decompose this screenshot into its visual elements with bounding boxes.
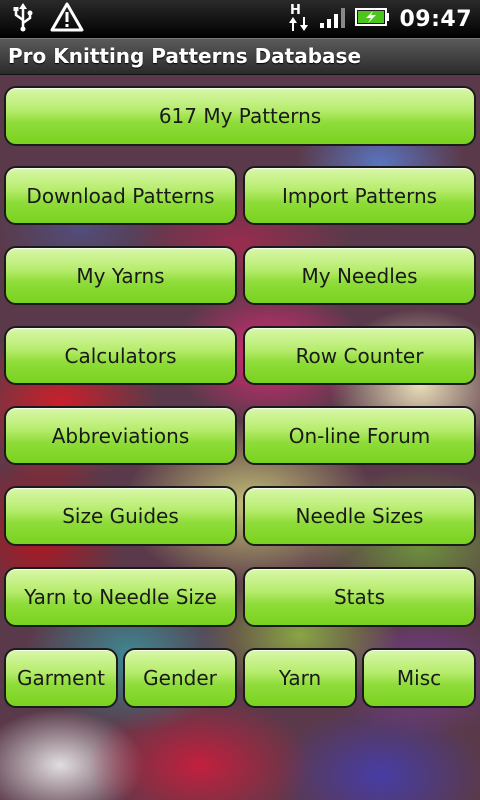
- data-transfer-icon: H: [287, 1, 311, 37]
- row-counter-button[interactable]: Row Counter: [243, 326, 476, 385]
- app-title-bar: Pro Knitting Patterns Database: [0, 38, 480, 75]
- my-patterns-button[interactable]: 617 My Patterns: [4, 86, 476, 146]
- garment-button[interactable]: Garment: [4, 648, 118, 708]
- status-bar: H 09:47: [0, 0, 480, 38]
- abbreviations-button[interactable]: Abbreviations: [4, 406, 237, 465]
- warning-icon: [50, 2, 84, 36]
- gender-button[interactable]: Gender: [123, 648, 237, 708]
- yarn-to-needle-size-button[interactable]: Yarn to Needle Size: [4, 567, 237, 627]
- online-forum-button[interactable]: On-line Forum: [243, 406, 476, 465]
- size-guides-button[interactable]: Size Guides: [4, 486, 237, 546]
- yarn-background: 617 My Patterns Download Patterns Import…: [0, 75, 480, 800]
- misc-button[interactable]: Misc: [362, 648, 476, 708]
- stats-button[interactable]: Stats: [243, 567, 476, 627]
- needle-sizes-button[interactable]: Needle Sizes: [243, 486, 476, 546]
- battery-charging-icon: [355, 6, 391, 32]
- download-patterns-button[interactable]: Download Patterns: [4, 166, 237, 225]
- svg-text:H: H: [290, 3, 301, 18]
- import-patterns-button[interactable]: Import Patterns: [243, 166, 476, 225]
- calculators-button[interactable]: Calculators: [4, 326, 237, 385]
- app-title: Pro Knitting Patterns Database: [8, 44, 362, 68]
- my-yarns-button[interactable]: My Yarns: [4, 246, 237, 305]
- clock: 09:47: [399, 6, 472, 32]
- usb-icon: [10, 2, 36, 36]
- yarn-button[interactable]: Yarn: [243, 648, 357, 708]
- my-needles-button[interactable]: My Needles: [243, 246, 476, 305]
- signal-icon: [319, 5, 347, 33]
